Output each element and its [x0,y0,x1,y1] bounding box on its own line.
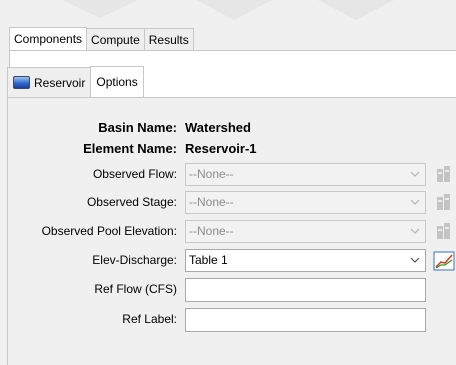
observed-flow-select[interactable]: --None-- [185,163,426,186]
chevron-down-icon [410,171,420,177]
observed-pool-elevation-label: Observed Pool Elevation: [41,224,177,238]
ref-flow-label: Ref Flow (CFS) [94,282,177,296]
element-name-label: Element Name: [83,141,177,156]
tab-results[interactable]: Results [143,28,194,50]
observed-stage-label: Observed Stage: [86,195,177,209]
observed-stage-value: --None-- [189,195,234,209]
element-tab-bar: Reservoir Options [7,66,144,97]
observed-pool-elevation-select[interactable]: --None-- [185,220,426,243]
observed-flow-label: Observed Flow: [92,167,177,181]
elev-discharge-label: Elev-Discharge: [92,253,177,267]
elev-discharge-select[interactable]: Table 1 [185,249,426,272]
paired-data-chart-icon[interactable] [432,250,456,272]
ref-label-label: Ref Label: [122,312,177,326]
observed-stage-select[interactable]: --None-- [185,191,426,214]
tab-components[interactable]: Components [9,27,88,50]
ref-label-input[interactable] [185,308,426,332]
tab-reservoir[interactable]: Reservoir [7,67,92,97]
chevron-down-icon [410,257,420,263]
elev-discharge-value: Table 1 [189,253,228,267]
basin-name-label: Basin Name: [98,120,177,135]
observed-flow-value: --None-- [189,167,234,181]
time-series-data-icon[interactable] [432,192,456,214]
tab-compute[interactable]: Compute [86,28,145,50]
ref-flow-input[interactable] [185,278,426,302]
basin-name-value: Watershed [185,120,251,135]
tab-options-label: Options [96,75,138,89]
time-series-data-icon[interactable] [432,164,456,186]
chevron-down-icon [410,228,420,234]
tab-options[interactable]: Options [90,66,144,97]
main-tab-bar: Components Compute Results [9,27,194,50]
observed-pool-elevation-value: --None-- [189,224,234,238]
watermark-shapes [62,0,394,20]
tab-reservoir-label: Reservoir [34,75,86,90]
reservoir-icon [13,76,30,89]
time-series-data-icon[interactable] [432,221,456,243]
element-name-value: Reservoir-1 [185,141,257,156]
chevron-down-icon [410,199,420,205]
